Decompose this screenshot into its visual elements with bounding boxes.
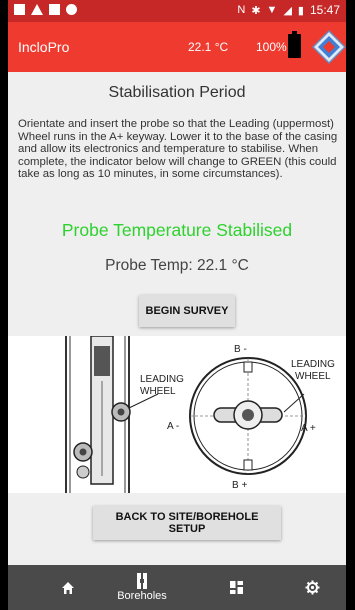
back-to-setup-button[interactable]: BACK TO SITE/BOREHOLE SETUP <box>93 506 281 540</box>
probe-battery-icon <box>288 31 301 58</box>
probe-temp-label: Probe Temp: 22.1 °C <box>105 257 249 274</box>
borehole-icon <box>137 573 147 589</box>
home-icon <box>62 581 74 594</box>
phone-screen: N ✱ ▼ ◢ ▮ 15:47 IncloPro 22.1 °C 100% St… <box>8 0 346 610</box>
system-icons: N ✱ ▼ ◢ ▮ 15:47 <box>237 3 340 17</box>
a-plus-label: A + <box>301 423 316 434</box>
notification-photo-icon <box>49 4 60 15</box>
probe-battery-percent: 100% <box>256 40 287 54</box>
b-minus-label: B - <box>234 344 247 355</box>
left-wheel-label: WHEEL <box>140 386 176 397</box>
nav-home[interactable] <box>48 565 88 610</box>
bluetooth-icon: ✱ <box>251 4 261 17</box>
nav-boreholes-label: Boreholes <box>117 590 167 602</box>
notification-icons <box>14 4 77 15</box>
warning-icon <box>31 4 43 15</box>
nfc-icon: N <box>237 4 246 16</box>
app-title: IncloPro <box>18 39 70 55</box>
a-minus-label: A - <box>167 421 179 432</box>
notification-image-icon <box>14 4 25 15</box>
dashboard-icon <box>229 581 243 594</box>
app-bar: IncloPro 22.1 °C 100% <box>8 22 346 72</box>
nav-dashboard[interactable] <box>216 565 256 610</box>
instructions-text: Orientate and insert the probe so that t… <box>18 118 338 181</box>
left-leading-label: LEADING <box>140 374 184 385</box>
probe-temperature-readout: 22.1 °C <box>188 40 229 54</box>
signal-icon: ◢ <box>283 4 292 17</box>
nav-settings[interactable] <box>292 565 332 610</box>
wifi-icon: ▼ <box>266 4 278 16</box>
nav-boreholes[interactable]: Boreholes <box>112 565 172 610</box>
battery-status-icon: ▮ <box>297 4 304 17</box>
probe-orientation-diagram: LEADING WHEEL B - B + A - A + LEADING WH… <box>8 336 346 493</box>
app-logo <box>312 30 346 64</box>
bottom-nav: Boreholes <box>8 565 346 610</box>
begin-survey-button[interactable]: BEGIN SURVEY <box>139 295 235 327</box>
right-wheel-label: WHEEL <box>295 371 331 382</box>
record-icon <box>66 4 77 15</box>
clock: 15:47 <box>309 3 340 17</box>
stabilisation-status: Probe Temperature Stabilised <box>61 220 293 240</box>
right-leading-label: LEADING <box>291 359 335 370</box>
page-title: Stabilisation Period <box>108 84 246 101</box>
b-plus-label: B + <box>232 480 247 491</box>
settings-icon <box>305 580 319 595</box>
status-bar: N ✱ ▼ ◢ ▮ 15:47 <box>8 0 346 22</box>
